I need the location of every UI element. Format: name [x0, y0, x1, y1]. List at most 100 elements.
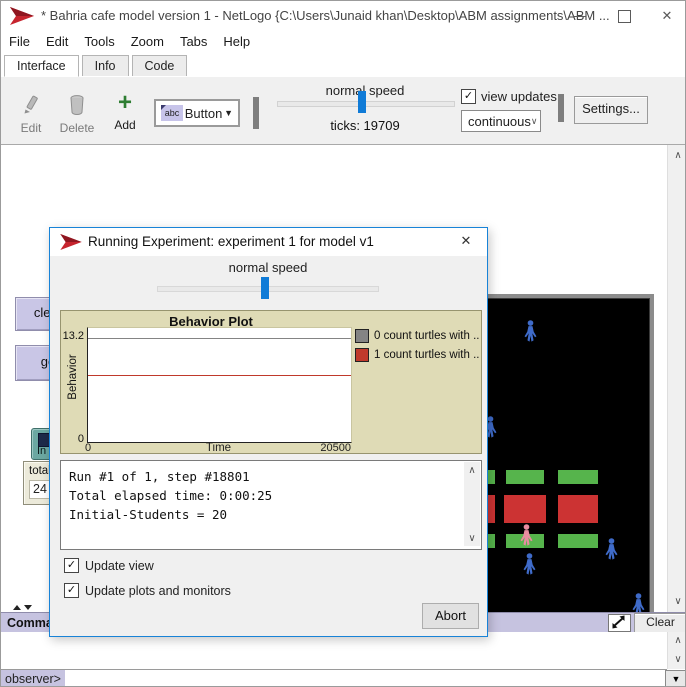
view-updates-checkbox[interactable]: ✓ view updates — [461, 89, 557, 104]
person-icon — [519, 524, 534, 546]
dialog-title-bar[interactable]: Running Experiment: experiment 1 for mod… — [50, 228, 487, 256]
patch-block-red — [558, 495, 598, 523]
update-plots-checkbox[interactable]: ✓ Update plots and monitors — [64, 583, 231, 598]
plot-line-series — [88, 338, 351, 339]
widget-type-value: Button — [183, 106, 224, 121]
menu-item-file[interactable]: File — [1, 31, 38, 49]
checkbox-check-icon: ✓ — [461, 89, 476, 104]
triangle-down-icon: ▼ — [672, 674, 681, 684]
minimize-icon — [573, 16, 586, 17]
trash-icon — [67, 93, 87, 115]
experiment-output-box[interactable]: Run #1 of 1, step #18801Total elapsed ti… — [60, 460, 482, 550]
slider-label: In — [37, 445, 46, 457]
legend-label: 0 count turtles with ... — [374, 330, 479, 342]
close-icon: ✕ — [461, 233, 472, 248]
edit-widget-button[interactable]: Edit — [9, 93, 53, 135]
turtle-person-blue — [523, 320, 538, 342]
menu-item-tabs[interactable]: Tabs — [172, 31, 215, 49]
update-mode-dropdown[interactable]: continuous ∨ — [461, 110, 541, 132]
scroll-up-icon[interactable]: ∧ — [464, 462, 480, 479]
person-icon — [604, 538, 619, 560]
tab-interface[interactable]: Interface — [4, 55, 79, 77]
person-icon — [523, 320, 538, 342]
update-view-checkbox[interactable]: ✓ Update view — [64, 558, 154, 573]
canvas-scrollbar[interactable]: ∧ ∨ — [667, 145, 686, 612]
running-experiment-dialog: Running Experiment: experiment 1 for mod… — [49, 227, 488, 637]
ticks-counter: ticks: 19709 — [277, 118, 453, 133]
scroll-down-icon[interactable]: ∨ — [668, 651, 686, 668]
dialog-title: Running Experiment: experiment 1 for mod… — [88, 234, 374, 249]
plus-icon: + — [115, 93, 135, 115]
view-updates-label: view updates — [481, 89, 557, 104]
add-widget-button[interactable]: + Add — [103, 93, 147, 132]
dialog-speed-slider-thumb[interactable] — [261, 277, 269, 299]
scroll-up-icon[interactable]: ∧ — [668, 632, 686, 649]
plot-legend: 0 count turtles with ... 1 count turtles … — [355, 329, 479, 367]
command-center-clear-button[interactable]: Clear — [634, 613, 686, 633]
monitor-label: total — [29, 465, 51, 477]
add-label: Add — [103, 118, 147, 132]
output-line: Initial-Students = 20 — [69, 505, 272, 524]
legend-entry: 1 count turtles with ... — [355, 348, 479, 362]
y-axis-label: Behavior — [67, 347, 79, 407]
observer-prompt: observer> — [1, 670, 65, 687]
toolbar: Edit Delete + Add abc Button ▼ normal sp… — [1, 77, 685, 145]
x-axis-tick: 20500 — [305, 442, 351, 454]
widget-type-dropdown[interactable]: abc Button ▼ — [154, 99, 240, 127]
netlogo-window: * Bahria cafe model version 1 - NetLogo … — [0, 0, 686, 687]
pencil-icon — [21, 93, 41, 115]
tab-code[interactable]: Code — [132, 55, 188, 76]
experiment-output-text: Run #1 of 1, step #18801Total elapsed ti… — [69, 467, 272, 524]
person-icon — [522, 553, 537, 575]
splitter-handle[interactable] — [13, 604, 37, 612]
command-center-output[interactable] — [1, 632, 667, 670]
legend-label: 1 count turtles with ... — [374, 349, 479, 361]
dialog-speed-label: normal speed — [158, 260, 378, 275]
abort-button[interactable]: Abort — [422, 603, 479, 629]
menu-item-zoom[interactable]: Zoom — [123, 31, 172, 49]
command-center-resize-button[interactable] — [608, 614, 631, 632]
window-title: * Bahria cafe model version 1 - NetLogo … — [41, 8, 610, 23]
scroll-down-icon[interactable]: ∨ — [668, 593, 686, 610]
menu-item-edit[interactable]: Edit — [38, 31, 76, 49]
command-input-row[interactable]: observer> ▼ — [1, 670, 686, 687]
checkbox-check-icon: ✓ — [64, 583, 79, 598]
maximize-icon — [618, 10, 631, 23]
toolbar-separator — [253, 97, 259, 129]
netlogo-logo-icon — [60, 234, 82, 250]
y-axis-tick: 0 — [69, 433, 84, 445]
behavior-plot-panel: Behavior Plot 13.2 0 Behavior 0 Time 205… — [60, 310, 482, 454]
patch-block-green — [506, 470, 544, 484]
command-center-scrollbar[interactable]: ∧ ∨ — [667, 632, 686, 669]
agent-type-dropdown[interactable]: ▼ — [665, 670, 686, 687]
output-line: Total elapsed time: 0:00:25 — [69, 486, 272, 505]
tab-strip: InterfaceInfoCode — [1, 54, 685, 78]
close-button[interactable]: ✕ — [647, 1, 686, 31]
minimize-button[interactable] — [559, 1, 603, 31]
chevron-down-icon: ▼ — [224, 108, 233, 118]
scroll-up-icon[interactable]: ∧ — [668, 147, 686, 164]
dialog-close-button[interactable]: ✕ — [453, 233, 479, 253]
menu-item-help[interactable]: Help — [215, 31, 258, 49]
output-scrollbar[interactable]: ∧ ∨ — [464, 462, 480, 546]
close-icon: ✕ — [662, 8, 673, 23]
update-view-label: Update view — [85, 559, 154, 573]
title-bar[interactable]: * Bahria cafe model version 1 - NetLogo … — [1, 1, 685, 31]
tab-info[interactable]: Info — [82, 55, 129, 76]
menu-item-tools[interactable]: Tools — [76, 31, 122, 49]
speed-slider-thumb[interactable] — [358, 91, 366, 113]
triangle-up-icon — [13, 605, 21, 610]
delete-label: Delete — [55, 121, 99, 135]
settings-button[interactable]: Settings... — [574, 96, 648, 124]
maximize-button[interactable] — [603, 1, 647, 31]
plot-line-series — [88, 375, 351, 376]
speed-slider[interactable] — [277, 101, 455, 107]
netlogo-logo-icon — [10, 7, 34, 25]
toolbar-separator — [558, 94, 564, 122]
turtle-person-blue — [522, 553, 537, 575]
delete-widget-button[interactable]: Delete — [55, 93, 99, 135]
update-mode-value: continuous — [468, 114, 531, 129]
edit-label: Edit — [9, 121, 53, 135]
update-plots-label: Update plots and monitors — [85, 584, 231, 598]
scroll-down-icon[interactable]: ∨ — [464, 530, 480, 547]
